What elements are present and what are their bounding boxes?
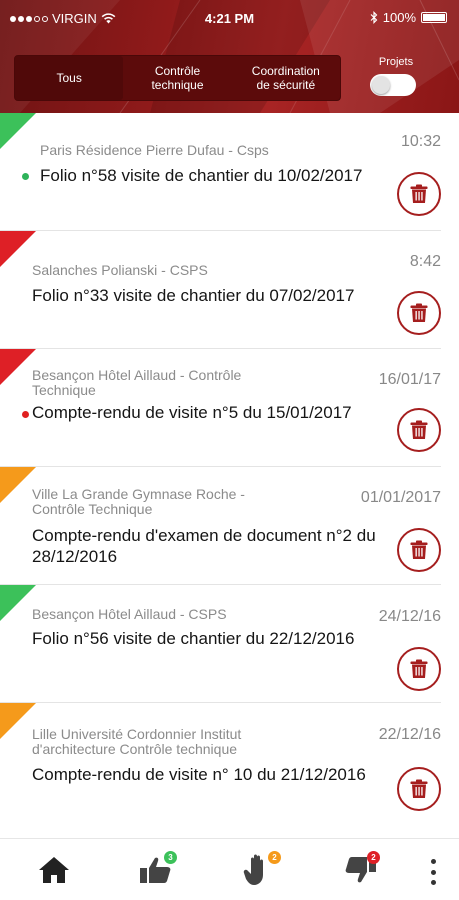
list-item[interactable]: Lille Université Cordonnier Institut d'a… <box>0 703 459 833</box>
list-item[interactable]: Besançon Hôtel Aillaud - CSPS Folio n°56… <box>0 585 459 703</box>
tab-controle-technique[interactable]: Contrôle technique <box>123 56 231 100</box>
report-title: Compte-rendu d'examen de document n°2 du… <box>32 526 376 566</box>
list-item[interactable]: Besançon Hôtel Aillaud - Contrôle Techni… <box>0 349 459 467</box>
status-right: 100% <box>370 10 447 25</box>
nav-approved[interactable]: 3 <box>126 839 186 900</box>
trash-icon <box>410 184 428 203</box>
trash-icon <box>410 659 428 678</box>
delete-button[interactable] <box>397 291 441 335</box>
status-corner <box>0 349 36 385</box>
report-title: Folio n°58 visite de chantier du 10/02/2… <box>40 166 363 185</box>
project-name: Lille Université Cordonnier Institut d'a… <box>32 726 242 757</box>
report-date: 16/01/17 <box>378 371 441 388</box>
delete-button[interactable] <box>397 172 441 216</box>
trash-icon <box>410 779 428 798</box>
bottom-navigation: 3 2 2 <box>0 838 459 900</box>
status-corner <box>0 467 36 503</box>
tab-tous[interactable]: Tous <box>15 56 124 100</box>
status-corner <box>0 703 36 739</box>
header: VIRGIN 4:21 PM 100% Tous Contrôle techniq… <box>0 0 459 113</box>
status-corner <box>0 231 36 267</box>
list-item[interactable]: Ville La Grande Gymnase Roche - Contrôle… <box>0 467 459 585</box>
trash-icon <box>410 303 428 322</box>
unread-dot <box>22 173 29 180</box>
tab-tous-label: Tous <box>56 71 82 85</box>
nav-rejected[interactable]: 2 <box>330 839 390 900</box>
project-name: Salanches Polianski - CSPS <box>32 262 208 278</box>
project-name: Paris Résidence Pierre Dufau - Csps <box>40 142 269 158</box>
projets-toggle[interactable] <box>370 74 416 96</box>
report-date: 01/01/2017 <box>360 489 441 506</box>
trash-icon <box>410 540 428 559</box>
status-corner <box>0 585 36 621</box>
delete-button[interactable] <box>397 408 441 452</box>
report-title: Folio n°33 visite de chantier du 07/02/2… <box>32 286 355 305</box>
nav-pending[interactable]: 2 <box>228 839 288 900</box>
report-date: 24/12/16 <box>378 608 441 625</box>
approved-badge: 3 <box>164 851 177 864</box>
project-name: Besançon Hôtel Aillaud - CSPS <box>32 606 227 622</box>
more-vertical-icon[interactable] <box>423 859 443 885</box>
project-name: Ville La Grande Gymnase Roche - Contrôle… <box>32 486 245 517</box>
battery-icon <box>421 12 447 23</box>
tab-coordination-securite[interactable]: Coordination de sécurité <box>232 56 340 100</box>
filter-segmented-control: Tous Contrôle technique Coordination de sé… <box>14 55 341 101</box>
nav-home[interactable] <box>24 839 84 900</box>
toggle-knob <box>372 76 390 94</box>
tab-coordination-securite-label: Coordination de sécurité <box>251 64 320 92</box>
home-icon <box>39 857 69 883</box>
unread-dot <box>22 411 29 418</box>
list-item[interactable]: Paris Résidence Pierre Dufau - Csps Foli… <box>0 113 459 231</box>
list-item[interactable]: Salanches Polianski - CSPS Folio n°33 vi… <box>0 231 459 349</box>
status-bar: VIRGIN 4:21 PM 100% <box>0 0 459 36</box>
project-name: Besançon Hôtel Aillaud - Contrôle Techni… <box>32 367 242 398</box>
battery-label: 100% <box>382 10 416 25</box>
trash-icon <box>410 420 428 439</box>
rejected-badge: 2 <box>367 851 380 864</box>
delete-button[interactable] <box>397 528 441 572</box>
report-date: 10:32 <box>400 133 441 150</box>
report-title: Folio n°56 visite de chantier du 22/12/2… <box>32 629 355 648</box>
report-date: 22/12/16 <box>378 726 441 743</box>
pending-badge: 2 <box>268 851 281 864</box>
tab-controle-technique-label: Contrôle technique <box>151 64 204 92</box>
report-date: 8:42 <box>409 253 441 270</box>
projets-label: Projets <box>378 56 414 68</box>
report-title: Compte-rendu de visite n° 10 du 21/12/20… <box>32 765 366 784</box>
report-title: Compte-rendu de visite n°5 du 15/01/2017 <box>32 403 352 422</box>
status-corner <box>0 113 36 149</box>
bluetooth-icon <box>370 11 378 24</box>
delete-button[interactable] <box>397 647 441 691</box>
delete-button[interactable] <box>397 767 441 811</box>
